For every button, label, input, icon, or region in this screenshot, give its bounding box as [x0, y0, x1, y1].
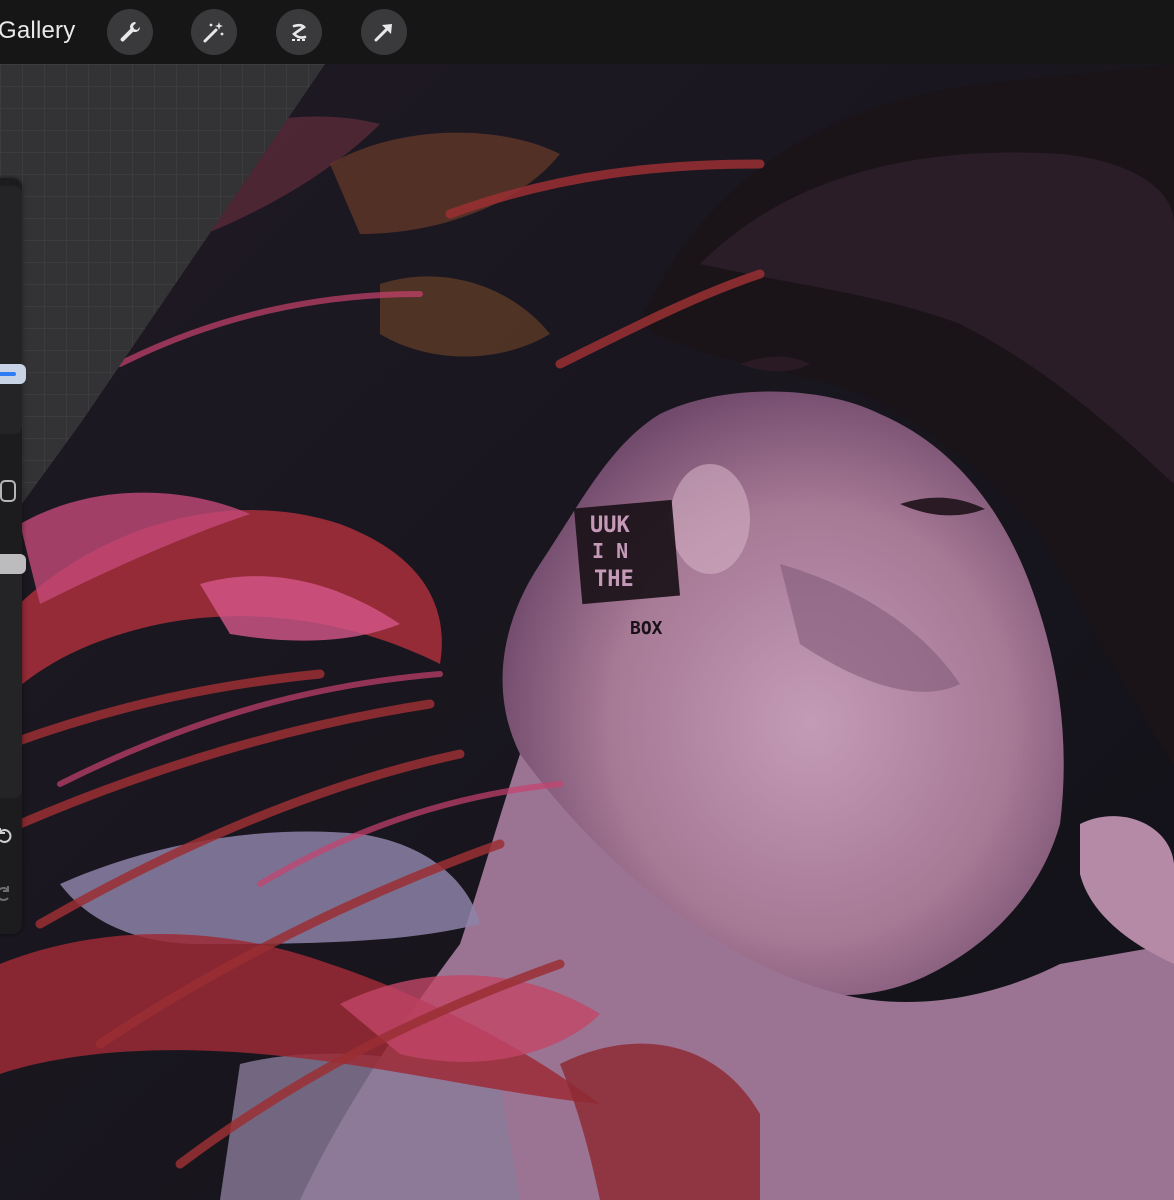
box-text-line-3: THE	[594, 567, 634, 592]
top-toolbar: Gallery	[0, 0, 1174, 64]
brush-size-handle[interactable]	[0, 364, 26, 384]
adjustments-button[interactable]	[191, 9, 237, 55]
actions-button[interactable]	[107, 9, 153, 55]
left-sidebar	[0, 178, 26, 934]
wrench-icon	[120, 22, 141, 42]
magic-wand-icon	[203, 22, 224, 43]
selection-button[interactable]	[276, 9, 322, 55]
box-text-line-2: I N	[592, 539, 628, 563]
canvas-artwork[interactable]: UUK I N THE BOX	[0, 64, 1174, 1200]
brush-size-slider[interactable]	[0, 186, 22, 434]
modify-button[interactable]	[0, 480, 16, 502]
box-text-line-1: UUK	[590, 513, 630, 538]
redo-icon[interactable]	[0, 884, 14, 904]
gallery-button[interactable]: Gallery	[0, 17, 75, 45]
opacity-handle[interactable]	[0, 554, 26, 574]
box-text-line-4: BOX	[630, 618, 663, 639]
transform-button[interactable]	[361, 9, 407, 55]
undo-icon[interactable]	[0, 826, 14, 846]
transform-arrow-icon	[374, 24, 392, 42]
opacity-slider[interactable]	[0, 558, 22, 798]
selection-icon	[292, 23, 307, 41]
